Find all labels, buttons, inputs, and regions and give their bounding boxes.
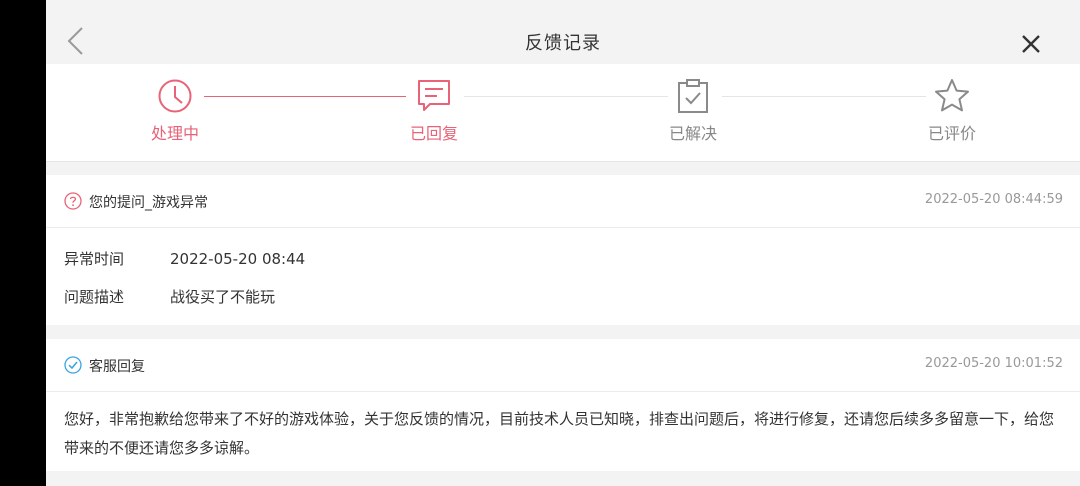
field-value: 2022-05-20 08:44	[170, 250, 306, 268]
step-resolved: 已解决	[633, 78, 753, 144]
step-label: 已解决	[668, 124, 717, 143]
field-label: 问题描述	[64, 288, 125, 306]
page-title: 反馈记录	[525, 33, 601, 54]
step-rated: 已评价	[892, 78, 1012, 144]
question-circle-icon	[64, 192, 82, 210]
close-icon	[1022, 35, 1040, 53]
clipboard-check-icon	[678, 79, 708, 113]
step-label: 已评价	[927, 124, 976, 143]
close-button[interactable]	[1016, 29, 1046, 59]
field-label: 异常时间	[64, 250, 125, 268]
reply-timestamp: 2022-05-20 10:01:52	[924, 356, 1063, 371]
clock-icon	[158, 79, 192, 113]
step-processing: 处理中	[115, 78, 235, 144]
star-icon	[935, 79, 969, 112]
step-label: 处理中	[150, 124, 199, 143]
question-card-header: 您的提问_游戏异常 2022-05-20 08:44:59	[46, 175, 1080, 228]
step-replied: 已回复	[374, 78, 494, 144]
reply-card: 客服回复 2022-05-20 10:01:52 您好，非常抱歉给您带来了不好的…	[46, 339, 1080, 471]
reply-card-header: 客服回复 2022-05-20 10:01:52	[46, 339, 1080, 392]
detail-row: 问题描述 战役买了不能玩	[64, 286, 275, 307]
question-timestamp: 2022-05-20 08:44:59	[924, 192, 1063, 207]
chat-icon	[418, 80, 450, 111]
detail-row: 异常时间 2022-05-20 08:44	[64, 248, 305, 269]
reply-title: 客服回复	[89, 359, 145, 375]
check-circle-icon	[64, 356, 82, 374]
question-title: 您的提问_游戏异常	[89, 195, 208, 211]
header-bar: 反馈记录	[46, 0, 1080, 64]
feedback-panel: 反馈记录 处理中 已回复 已解决 已评价 您的提问_游戏异常 2022-05-2…	[46, 0, 1080, 486]
reply-content: 您好，非常抱歉给您带来了不好的游戏体验，关于您反馈的情况，目前技术人员已知晓，排…	[64, 410, 1055, 457]
step-label: 已回复	[409, 124, 458, 143]
progress-steps: 处理中 已回复 已解决 已评价	[46, 64, 1080, 162]
question-card: 您的提问_游戏异常 2022-05-20 08:44:59 异常时间 2022-0…	[46, 175, 1080, 325]
field-value: 战役买了不能玩	[170, 288, 276, 306]
